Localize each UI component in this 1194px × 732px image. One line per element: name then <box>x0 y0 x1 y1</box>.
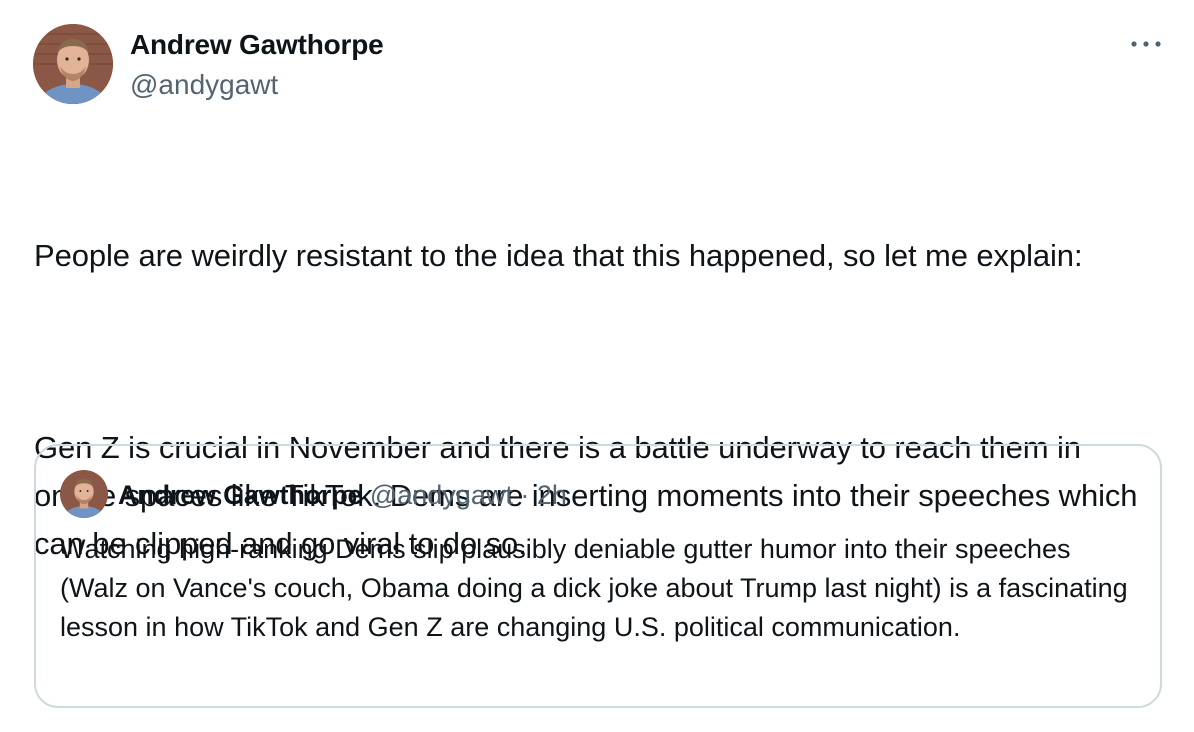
avatar-image <box>60 470 108 518</box>
quoted-tweet-header: Andrew Gawthorpe @andygawt · 2h <box>118 478 567 512</box>
quoted-tweet-text: Watching high-ranking Dems slip plausibl… <box>60 534 1128 642</box>
quoted-timestamp: 2h <box>536 480 567 510</box>
author-handle[interactable]: @andygawt <box>130 68 278 102</box>
separator-dot: · <box>520 480 530 510</box>
quoted-tweet[interactable]: Andrew Gawthorpe @andygawt · 2h Watching… <box>34 444 1162 708</box>
tweet: Andrew Gawthorpe @andygawt People are we… <box>0 0 1194 732</box>
more-horizontal-icon <box>1131 41 1161 47</box>
quoted-author-avatar <box>60 470 108 518</box>
quoted-author-handle: @andygawt <box>369 480 513 510</box>
quoted-author-name: Andrew Gawthorpe <box>118 480 363 510</box>
author-avatar[interactable] <box>33 24 113 104</box>
avatar-image <box>33 24 113 104</box>
more-options-button[interactable] <box>1124 30 1168 58</box>
author-name[interactable]: Andrew Gawthorpe <box>130 28 384 62</box>
tweet-paragraph: People are weirdly resistant to the idea… <box>34 238 1083 273</box>
